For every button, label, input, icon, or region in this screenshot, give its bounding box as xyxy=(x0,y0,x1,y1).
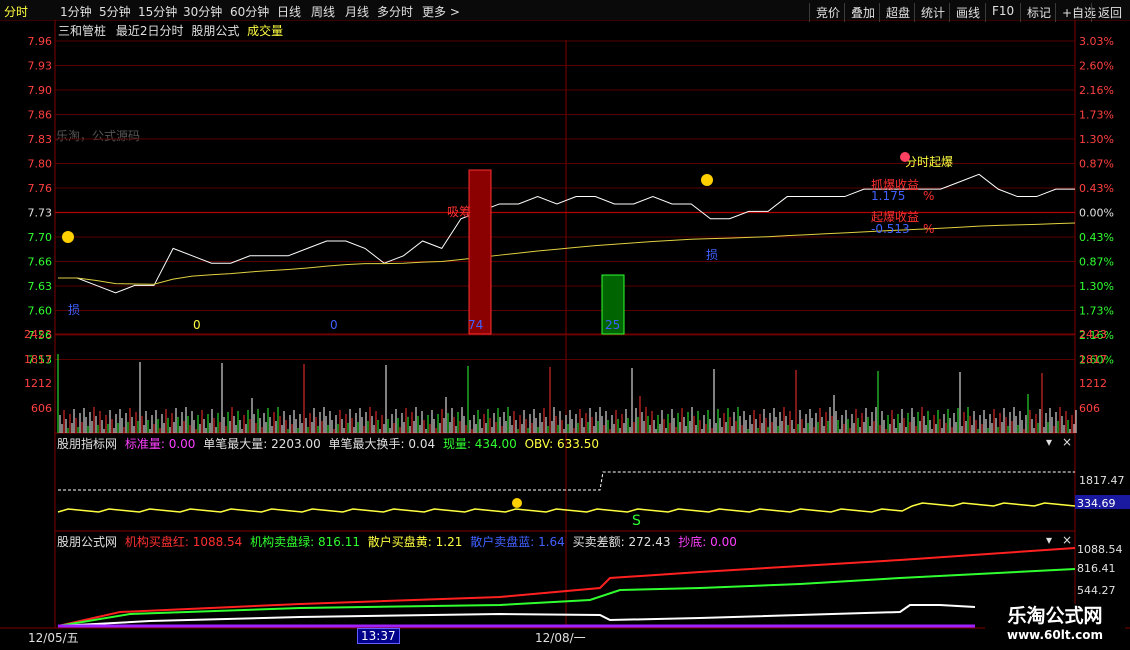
panel2-menu-icon: ▾ xyxy=(1046,533,1052,547)
smiley-icon xyxy=(701,174,713,186)
panel1-axis-value: 1817.47 xyxy=(1079,474,1125,487)
volume-tick-right: 606 xyxy=(1079,402,1100,415)
panel2-axis-value: 816.41 xyxy=(1077,562,1116,575)
price-tick: 7.73 xyxy=(28,207,53,220)
legend-item-4: OBV: 633.50 xyxy=(520,437,599,451)
panel2-close-icon: × xyxy=(1062,533,1072,547)
legend-item-1: 单笔最大量: 2203.00 xyxy=(199,437,321,451)
time-mid: 12/08/一 xyxy=(535,631,586,645)
pct-tick: 0.43% xyxy=(1079,182,1114,195)
price-tick: 7.60 xyxy=(28,305,53,318)
legend-item-5: 抄底: 0.00 xyxy=(674,535,737,549)
legend-item-1: 机构卖盘绿: 816.11 xyxy=(246,535,360,549)
price-tick: 7.83 xyxy=(28,133,53,146)
volume-tick: 1212 xyxy=(24,377,52,390)
panel1-legend: 股朋指标网 标准量: 0.00 单笔最大量: 2203.00 单笔最大换手: 0… xyxy=(57,435,599,452)
pct-tick: 3.03% xyxy=(1079,35,1114,48)
price-tick: 7.76 xyxy=(28,182,53,195)
price-tick: 7.90 xyxy=(28,84,53,97)
green-bar-value: 25 xyxy=(605,318,620,332)
panel-title: 股朋指标网 xyxy=(57,437,118,451)
pct-tick: 0.87% xyxy=(1079,256,1114,269)
legend-item-0: 标准量: 0.00 xyxy=(121,437,196,451)
brand-badge: 乐淘公式网 www.60lt.com xyxy=(985,604,1125,648)
intraday-chart: 7.96 3.03% 7.93 2.60% 7.90 2.16% 7.86 1.73% 7.83… xyxy=(0,20,1130,629)
time-left: 12/05/五 xyxy=(28,631,79,645)
price-tick: 7.86 xyxy=(28,109,53,122)
absorb-label: 吸筹 xyxy=(447,205,471,219)
volume-tick-right: 2423 xyxy=(1079,328,1107,341)
price-tick: 7.96 xyxy=(28,35,53,48)
pct-tick: 0.00% xyxy=(1079,207,1114,220)
panel2-axis-value: 544.27 xyxy=(1077,584,1116,597)
smiley-icon xyxy=(62,231,74,243)
pct-tick: 0.43% xyxy=(1079,231,1114,244)
legend-item-2: 散户买盘黄: 1.21 xyxy=(363,535,463,549)
pct-tick: 1.73% xyxy=(1079,305,1114,318)
breakout-profit-value: -0.513 xyxy=(871,222,910,236)
volume-tick: 606 xyxy=(31,402,52,415)
pct-tick: 2.60% xyxy=(1079,60,1114,73)
volume-tick: 1817 xyxy=(24,353,52,366)
catch-profit-value: 1.175 xyxy=(871,189,905,203)
pct-tick: 2.16% xyxy=(1079,84,1114,97)
price-tick: 7.70 xyxy=(28,231,53,244)
legend-item-3: 现量: 434.00 xyxy=(439,437,517,451)
legend-item-3: 散户卖盘蓝: 1.64 xyxy=(466,535,565,549)
buy-signal-bar xyxy=(468,169,492,335)
time-cursor[interactable]: 13:37 xyxy=(357,628,400,644)
diamond-icon xyxy=(900,152,910,162)
volume-tick: 2423 xyxy=(24,328,52,341)
stop-mark-mid: 损 xyxy=(706,248,718,262)
price-tick: 7.66 xyxy=(28,256,53,269)
legend-item-2: 单笔最大换手: 0.04 xyxy=(324,437,436,451)
legend-item-0: 机构买盘红: 1088.54 xyxy=(121,535,243,549)
zero-label-1: 0 xyxy=(193,318,201,332)
pct-tick: 1.30% xyxy=(1079,280,1114,293)
panel-title: 股朋公式网 xyxy=(57,535,118,549)
brand-url: www.60lt.com xyxy=(1006,628,1104,642)
panel1-current-value: 334.69 xyxy=(1077,497,1116,510)
price-tick: 7.80 xyxy=(28,158,53,171)
price-tick: 7.93 xyxy=(28,60,53,73)
panel2-axis-value: 1088.54 xyxy=(1077,543,1123,556)
pct-mark-1: % xyxy=(923,189,934,203)
volume-tick-right: 1817 xyxy=(1079,353,1107,366)
price-tick: 7.63 xyxy=(28,280,53,293)
legend-item-4: 买卖差额: 272.43 xyxy=(568,535,671,549)
volume-tick-right: 1212 xyxy=(1079,377,1107,390)
s-mark: S xyxy=(632,513,641,529)
pct-tick: 1.73% xyxy=(1079,109,1114,122)
pct-mark-2: % xyxy=(923,222,934,236)
panel1-menu-icon: ▾ xyxy=(1046,435,1052,449)
red-bar-value: 74 xyxy=(468,318,483,332)
stop-mark-left: 损 xyxy=(68,303,80,317)
pct-tick: 0.87% xyxy=(1079,158,1114,171)
fruit-icon xyxy=(512,498,522,508)
panel1-close-icon: × xyxy=(1062,435,1072,449)
breakout-label: 分时起爆 xyxy=(905,155,953,169)
pct-tick: 1.30% xyxy=(1079,133,1114,146)
panel2-legend: 股朋公式网 机构买盘红: 1088.54 机构卖盘绿: 816.11 散户买盘黄… xyxy=(57,533,737,550)
zero-label-2: 0 xyxy=(330,318,338,332)
brand-name: 乐淘公式网 xyxy=(1007,605,1103,627)
